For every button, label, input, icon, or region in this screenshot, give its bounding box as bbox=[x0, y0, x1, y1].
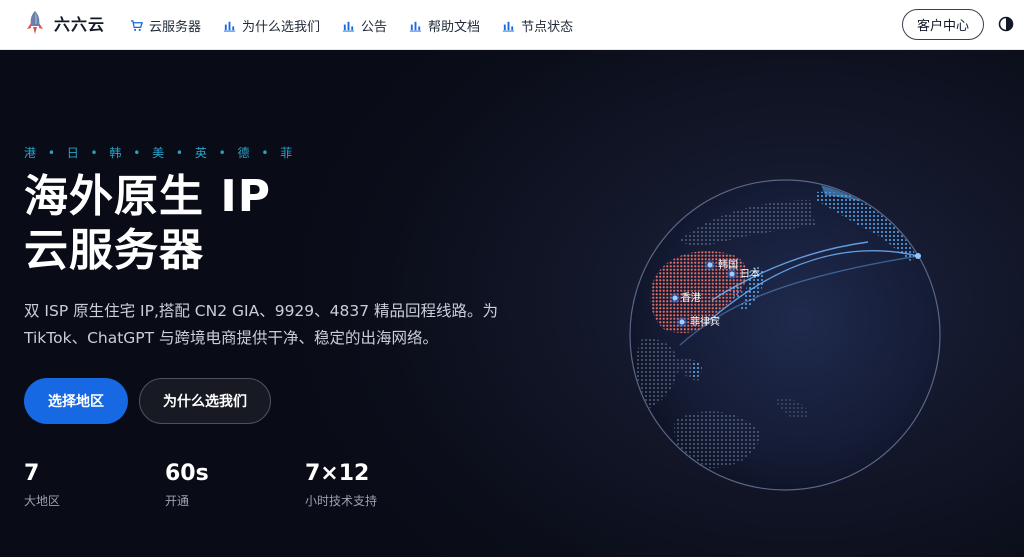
stat-activation: 60s 开通 bbox=[165, 460, 209, 509]
hero-title: 海外原生 IP 云服务器 bbox=[24, 170, 271, 278]
bar-chart-icon bbox=[223, 21, 236, 32]
nav-item-label: 云服务器 bbox=[149, 19, 202, 35]
hero-title-line1: 海外原生 IP bbox=[24, 171, 271, 222]
cart-icon bbox=[130, 19, 143, 31]
bar-chart-icon bbox=[502, 21, 515, 32]
marker-label-japan: 日本 bbox=[740, 267, 760, 280]
stat-value: 7×12 bbox=[305, 461, 370, 486]
nav-item-node-status[interactable]: 节点状态 bbox=[502, 16, 573, 35]
rocket-icon bbox=[27, 11, 43, 34]
nav-item-why-us[interactable]: 为什么选我们 bbox=[223, 16, 320, 35]
marker-label-korea: 韩国 bbox=[718, 258, 738, 271]
choose-region-button[interactable]: 选择地区 bbox=[24, 378, 128, 424]
brand-logo[interactable]: 六六云 bbox=[24, 10, 105, 36]
why-us-button[interactable]: 为什么选我们 bbox=[139, 378, 271, 424]
hero-description: 双 ISP 原生住宅 IP,搭配 CN2 GIA、9929、4837 精品回程线… bbox=[24, 302, 499, 347]
marker-label-philippines: 菲律宾 bbox=[690, 315, 720, 328]
bar-chart-icon bbox=[409, 21, 422, 32]
nav-item-announcements[interactable]: 公告 bbox=[342, 16, 387, 35]
stat-label: 开通 bbox=[165, 494, 190, 508]
hero-section: 港 • 日 • 韩 • 美 • 英 • 德 • 菲 海外原生 IP 云服务器 双… bbox=[0, 50, 1024, 557]
bar-chart-icon bbox=[342, 21, 355, 32]
marker-label-hongkong: 香港 bbox=[681, 292, 701, 304]
nav-item-label: 公告 bbox=[361, 19, 388, 35]
stat-support: 7×12 小时技术支持 bbox=[305, 460, 377, 509]
stat-regions: 7 大地区 bbox=[24, 460, 60, 509]
marker-hongkong: 香港 bbox=[670, 292, 701, 304]
regions-tagline: 港 • 日 • 韩 • 美 • 英 • 德 • 菲 bbox=[24, 146, 297, 160]
brand-name: 六六云 bbox=[54, 15, 106, 34]
client-center-button[interactable]: 客户中心 bbox=[902, 9, 984, 40]
main-nav: 云服务器 为什么选我们 公告 帮助文档 节点状态 bbox=[130, 0, 573, 50]
stat-label: 大地区 bbox=[24, 494, 61, 508]
stat-label: 小时技术支持 bbox=[305, 494, 378, 508]
stat-value: 60s bbox=[165, 461, 209, 486]
nav-item-cloud-servers[interactable]: 云服务器 bbox=[130, 16, 201, 35]
nav-item-label: 为什么选我们 bbox=[242, 19, 321, 35]
nav-item-label: 帮助文档 bbox=[428, 19, 481, 35]
route-endpoint-dot bbox=[915, 253, 921, 259]
hero-title-line2: 云服务器 bbox=[24, 225, 204, 276]
stat-value: 7 bbox=[24, 461, 40, 486]
nav-item-help-docs[interactable]: 帮助文档 bbox=[409, 16, 480, 35]
nav-item-label: 节点状态 bbox=[521, 19, 574, 35]
globe-illustration: 韩国 日本 香港 菲律宾 bbox=[629, 179, 941, 491]
top-navbar: 六六云 云服务器 为什么选我们 公告 帮助文档 节点状态 客户中心 bbox=[0, 0, 1024, 50]
contrast-icon[interactable] bbox=[998, 16, 1014, 32]
